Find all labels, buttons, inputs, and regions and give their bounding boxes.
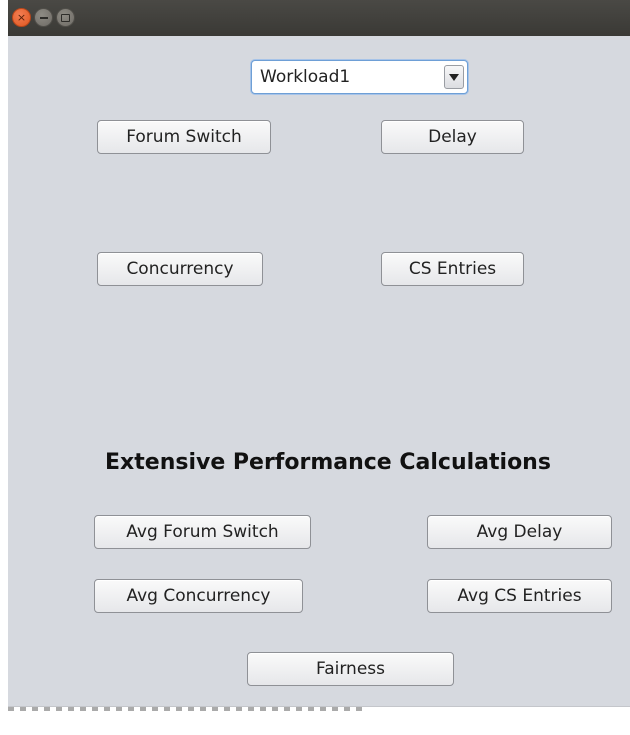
- window-bottom-edge: [8, 706, 630, 735]
- background-window-trace: [8, 707, 368, 711]
- maximize-icon: [61, 13, 70, 22]
- minimize-icon: [39, 16, 48, 19]
- dropdown-arrow-button[interactable]: [444, 65, 464, 89]
- fairness-button[interactable]: Fairness: [247, 652, 454, 686]
- cs-entries-button[interactable]: CS Entries: [381, 252, 524, 286]
- workload-select[interactable]: Workload1: [251, 60, 468, 94]
- minimize-window-button[interactable]: [34, 8, 53, 27]
- close-window-button[interactable]: ×: [12, 8, 31, 27]
- maximize-window-button[interactable]: [56, 8, 75, 27]
- delay-button[interactable]: Delay: [381, 120, 524, 154]
- avg-cs-entries-button[interactable]: Avg CS Entries: [427, 579, 612, 613]
- app-window: × Workload1 Forum Switch Delay Concurren…: [8, 0, 630, 735]
- avg-forum-switch-button[interactable]: Avg Forum Switch: [94, 515, 311, 549]
- extensive-performance-heading: Extensive Performance Calculations: [105, 450, 551, 475]
- concurrency-button[interactable]: Concurrency: [97, 252, 263, 286]
- avg-delay-button[interactable]: Avg Delay: [427, 515, 612, 549]
- close-icon: ×: [16, 11, 27, 24]
- avg-concurrency-button[interactable]: Avg Concurrency: [94, 579, 303, 613]
- workload-select-value: Workload1: [260, 67, 351, 87]
- title-bar[interactable]: ×: [8, 0, 630, 36]
- forum-switch-button[interactable]: Forum Switch: [97, 120, 271, 154]
- main-panel: Workload1 Forum Switch Delay Concurrency…: [8, 36, 630, 706]
- chevron-down-icon: [449, 73, 459, 81]
